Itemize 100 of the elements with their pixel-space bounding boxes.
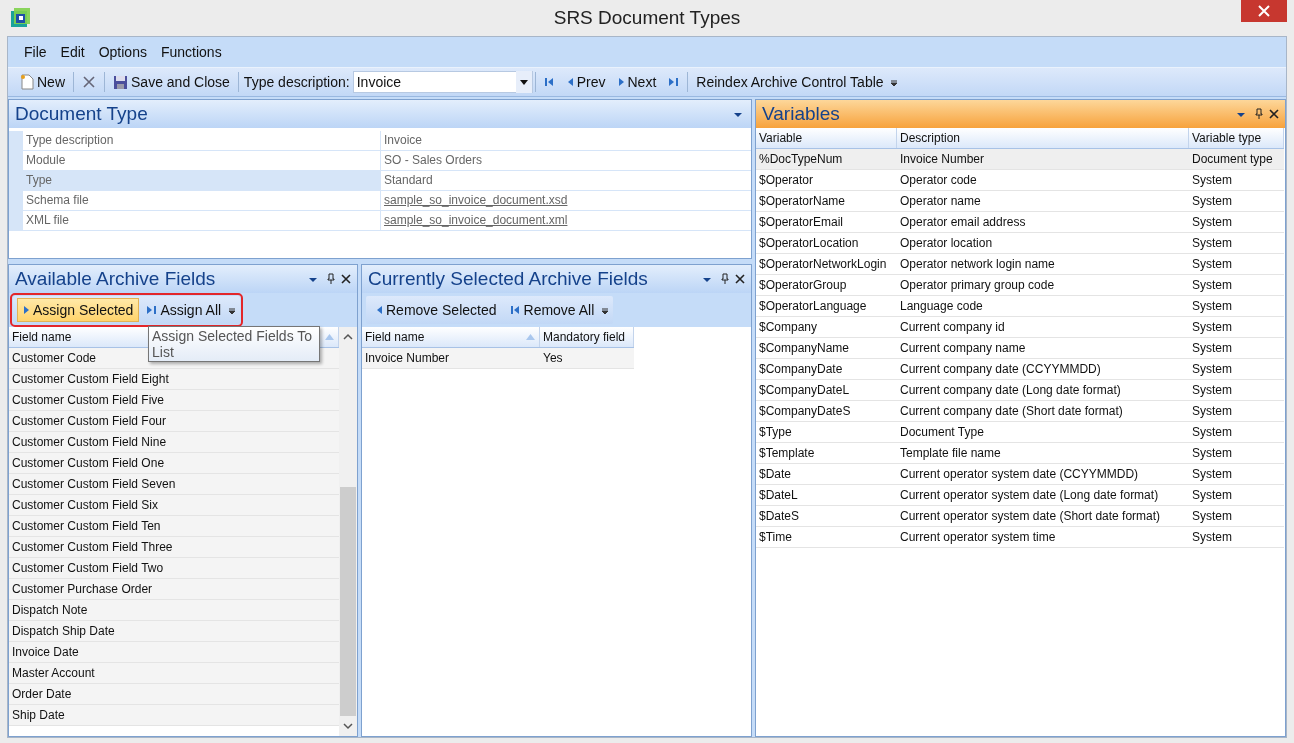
table-cell-text: Operator primary group code xyxy=(899,277,1056,294)
table-cell-text: Yes xyxy=(542,350,564,367)
sort-icon xyxy=(324,333,335,341)
table-cell-text: System xyxy=(1191,235,1233,252)
prev-icon xyxy=(376,304,383,316)
prev-button[interactable]: Prev xyxy=(560,70,612,94)
table-cell-text: $OperatorLanguage xyxy=(758,298,868,315)
last-icon xyxy=(146,304,158,316)
first-icon xyxy=(543,76,555,88)
table-cell-text: $Time xyxy=(758,529,793,546)
next-button[interactable]: Next xyxy=(611,70,663,94)
tooltip: Assign Selected Fields To List xyxy=(148,326,320,362)
reindex-button[interactable]: Reindex Archive Control Table xyxy=(690,70,890,94)
table-cell-text: $DateS xyxy=(758,508,801,525)
table-cell-text: System xyxy=(1191,361,1233,378)
table-cell-text: Dispatch Note xyxy=(11,602,88,619)
save-icon xyxy=(113,74,128,90)
table-cell-text: Current company name xyxy=(899,340,1027,357)
table-cell-text: Customer Custom Field Ten xyxy=(11,518,161,535)
table-cell-text: $DateL xyxy=(758,487,799,504)
delete-icon xyxy=(82,75,96,89)
table-cell-text: $OperatorName xyxy=(758,193,847,210)
app-logo-icon xyxy=(9,7,31,29)
table-cell-text: System xyxy=(1191,340,1233,357)
table-cell-text: Operator location xyxy=(899,235,994,252)
assign-all-button[interactable]: Assign All xyxy=(140,298,228,322)
column-header[interactable]: Mandatory field xyxy=(540,327,634,347)
table-cell-text: Operator email address xyxy=(899,214,1027,231)
table-cell-text: Master Account xyxy=(11,665,95,682)
table-cell-text: $Operator xyxy=(758,172,815,189)
close-icon xyxy=(735,273,745,285)
new-button[interactable]: New xyxy=(14,70,71,94)
assign-selected-button[interactable]: Assign Selected xyxy=(17,298,140,322)
table-cell-text: Customer Code xyxy=(11,350,97,367)
menu-item[interactable]: Edit xyxy=(54,42,91,62)
table-cell-text: Current operator system date (Long date format) xyxy=(899,487,1160,504)
table-cell-text: Operator network login name xyxy=(899,256,1056,273)
first-icon xyxy=(509,304,521,316)
column-header[interactable]: Variable type xyxy=(1189,128,1284,148)
table-cell-text: $CompanyName xyxy=(758,340,851,357)
table-cell-text: Current company date (Short date format) xyxy=(899,403,1124,420)
pin-icon xyxy=(326,273,336,285)
file-link[interactable]: sample_so_invoice_document.xsd xyxy=(381,191,751,210)
table-cell-text: System xyxy=(1191,193,1233,210)
table-cell-text: System xyxy=(1191,382,1233,399)
table-cell-text: System xyxy=(1191,508,1233,525)
remove-all-button[interactable]: Remove All xyxy=(503,298,601,322)
table-cell-text: Current company date (Long date format) xyxy=(899,382,1122,399)
table-cell-text: $OperatorGroup xyxy=(758,277,848,294)
table-cell-text: Invoice Number xyxy=(364,350,451,367)
property-value: Standard xyxy=(381,171,751,190)
type-description-label: Type description: xyxy=(242,74,351,90)
save-and-close-button[interactable]: Save and Close xyxy=(107,70,236,94)
table-cell-text: Customer Custom Field One xyxy=(11,455,165,472)
table-cell-text: Template file name xyxy=(899,445,1002,462)
table-cell-text: Current operator system date (CCYYMMDD) xyxy=(899,466,1140,483)
table-cell-text: Dispatch Ship Date xyxy=(11,623,115,640)
menu-item[interactable]: Functions xyxy=(154,42,228,62)
last-icon xyxy=(668,76,680,88)
table-cell-text: Invoice Number xyxy=(899,151,986,168)
table-cell-text: $Template xyxy=(758,445,816,462)
type-description-dropdown[interactable]: Invoice xyxy=(352,71,533,93)
table-cell-text: Customer Custom Field Six xyxy=(11,497,159,514)
table-cell-text: $CompanyDateL xyxy=(758,382,851,399)
table-cell-text: $OperatorEmail xyxy=(758,214,845,231)
window-title: SRS Document Types xyxy=(553,7,741,29)
table-cell-text: System xyxy=(1191,424,1233,441)
column-header[interactable]: Description xyxy=(897,128,1189,148)
menu-item[interactable]: Options xyxy=(92,42,153,62)
close-icon xyxy=(1258,5,1270,17)
play-icon xyxy=(23,304,30,316)
table-cell-text: Document Type xyxy=(899,424,985,441)
table-cell-text: Current operator system time xyxy=(899,529,1057,546)
table-cell-text: Customer Purchase Order xyxy=(11,581,153,598)
menu-item[interactable]: File xyxy=(18,42,53,62)
table-cell-text: System xyxy=(1191,445,1233,462)
table-cell-text: System xyxy=(1191,319,1233,336)
property-label: Type description xyxy=(23,131,381,150)
table-cell-text: System xyxy=(1191,277,1233,294)
remove-selected-button[interactable]: Remove Selected xyxy=(370,298,503,322)
file-link[interactable]: sample_so_invoice_document.xml xyxy=(381,211,751,230)
table-cell-text: $OperatorLocation xyxy=(758,235,860,252)
table-cell-text: Customer Custom Field Five xyxy=(11,392,165,409)
column-header[interactable]: Field name xyxy=(362,327,540,347)
column-header[interactable]: Variable xyxy=(756,128,897,148)
panel-title: Available Archive Fields xyxy=(15,268,217,290)
close-icon xyxy=(1269,108,1279,120)
close-icon xyxy=(341,273,351,285)
table-cell-text: Customer Custom Field Nine xyxy=(11,434,167,451)
next-icon xyxy=(617,76,625,88)
panel-title: Currently Selected Archive Fields xyxy=(368,268,649,290)
table-cell-text: Operator code xyxy=(899,172,978,189)
variable-row[interactable]: %DocTypeNum Invoice Number Document type xyxy=(756,149,1284,170)
panel-title: Document Type xyxy=(15,103,149,125)
pin-icon xyxy=(1254,108,1264,120)
table-cell-text: System xyxy=(1191,256,1233,273)
close-button[interactable] xyxy=(1241,0,1287,22)
pin-icon xyxy=(720,273,730,285)
scrollbar[interactable] xyxy=(339,327,357,736)
panel-title: Variables xyxy=(762,103,841,125)
